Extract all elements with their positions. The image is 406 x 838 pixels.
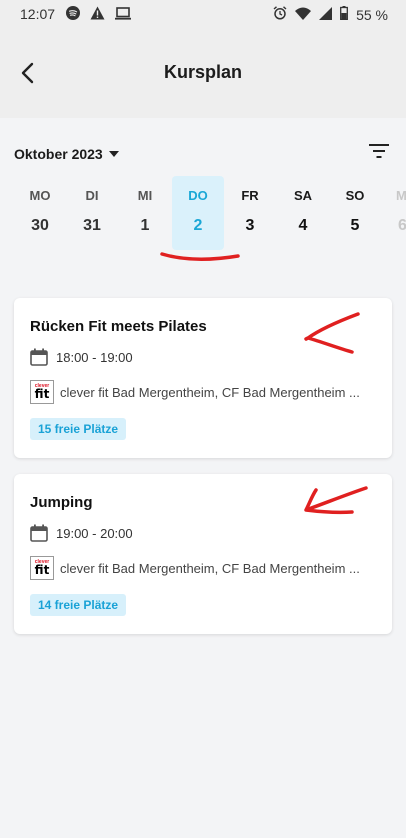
day-strip: MO 30 DI 31 MI 1 DO 2 FR 3 SA 4 SO 5 M 6	[0, 176, 406, 254]
day-item[interactable]: DI 31	[66, 176, 118, 250]
day-item[interactable]: SO 5	[329, 176, 381, 250]
day-item-selected[interactable]: DO 2	[172, 176, 224, 250]
clever-fit-logo: clever fit	[30, 556, 54, 580]
wifi-icon	[295, 7, 312, 23]
status-bar: 12:07 55 %	[0, 0, 406, 28]
day-item[interactable]: MI 1	[119, 176, 171, 250]
laptop-icon	[115, 6, 131, 23]
free-spots-badge: 15 freie Plätze	[30, 418, 127, 440]
calendar-icon	[30, 348, 48, 366]
course-location: clever fit Bad Mergentheim, CF Bad Merge…	[60, 560, 360, 576]
calendar-icon	[30, 524, 48, 542]
alarm-icon	[273, 6, 287, 23]
signal-icon	[319, 6, 333, 23]
annotation-arrow	[304, 312, 360, 354]
day-name: DO	[188, 188, 208, 203]
annotation-underline	[160, 252, 240, 261]
battery-percent: 55 %	[356, 6, 388, 23]
filter-button[interactable]	[369, 143, 393, 163]
month-label: Oktober 2023	[14, 146, 103, 162]
course-location-row: clever fit clever fit Bad Mergentheim, C…	[30, 556, 380, 580]
day-date: 31	[83, 217, 101, 234]
day-name: MO	[29, 188, 51, 203]
course-time: 18:00 - 19:00	[56, 349, 133, 365]
course-time-row: 18:00 - 19:00	[30, 348, 133, 366]
month-selector[interactable]: Oktober 2023	[14, 146, 119, 162]
day-name: SA	[293, 188, 313, 203]
warning-icon	[90, 6, 105, 23]
filter-icon	[369, 144, 389, 158]
battery-icon	[340, 6, 349, 23]
day-item[interactable]: MO 30	[14, 176, 66, 250]
day-item[interactable]: M 6	[382, 176, 406, 250]
day-date: 4	[298, 217, 308, 234]
caret-down-icon	[108, 151, 119, 157]
day-date: 6	[398, 217, 406, 234]
day-name: M	[396, 188, 406, 203]
day-date: 30	[31, 217, 49, 234]
day-name: FR	[241, 188, 259, 203]
day-name: SO	[345, 188, 365, 203]
status-time: 12:07	[20, 6, 56, 22]
annotation-arrow	[304, 486, 368, 515]
day-date: 3	[245, 217, 255, 234]
app-bar: Kursplan	[0, 28, 406, 118]
course-title: Jumping	[30, 494, 93, 511]
day-date: 2	[193, 217, 203, 234]
day-item[interactable]: FR 3	[224, 176, 276, 250]
free-spots-badge: 14 freie Plätze	[30, 594, 127, 616]
clever-fit-logo: clever fit	[30, 380, 54, 404]
course-location-row: clever fit clever fit Bad Mergentheim, C…	[30, 380, 380, 404]
spotify-icon	[66, 6, 80, 23]
day-name: DI	[85, 188, 99, 203]
day-name: MI	[137, 188, 153, 203]
page-title: Kursplan	[163, 62, 242, 82]
course-time: 19:00 - 20:00	[56, 525, 133, 541]
day-item[interactable]: SA 4	[277, 176, 329, 250]
day-date: 5	[350, 217, 360, 234]
course-time-row: 19:00 - 20:00	[30, 524, 133, 542]
course-title: Rücken Fit meets Pilates	[30, 318, 207, 335]
day-date: 1	[140, 217, 150, 234]
course-location: clever fit Bad Mergentheim, CF Bad Merge…	[60, 384, 360, 400]
